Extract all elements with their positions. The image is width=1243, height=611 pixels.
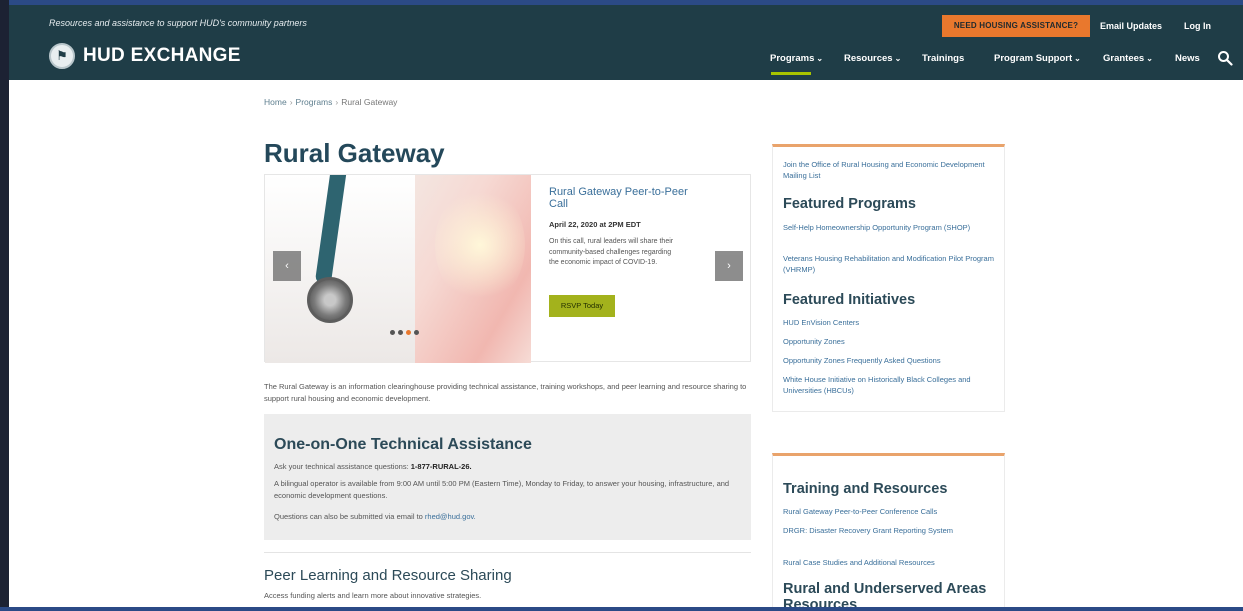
ta-phone-line: Ask your technical assistance questions:…	[274, 461, 744, 473]
hud-seal-icon: ⚑	[49, 43, 75, 69]
nav-active-indicator	[771, 72, 811, 75]
intro-paragraph: The Rural Gateway is an information clea…	[264, 382, 747, 403]
slide-description: On this call, rural leaders will share t…	[549, 238, 674, 266]
ta-phone-number: 1-877-RURAL-26.	[410, 462, 472, 471]
page-title: Rural Gateway	[264, 138, 445, 168]
featured-program-link[interactable]: Self-Help Homeownership Opportunity Prog…	[783, 222, 997, 233]
breadcrumb-separator: ›	[289, 97, 293, 107]
carousel-dot-active[interactable]	[406, 330, 411, 335]
ta-operator-text: A bilingual operator is available from 9…	[274, 479, 730, 500]
chevron-down-icon: ⌄	[1074, 54, 1081, 63]
carousel-prev-button[interactable]: ‹	[273, 251, 301, 281]
carousel-dots	[390, 330, 419, 335]
peer-learning-heading: Peer Learning and Resource Sharing	[264, 567, 512, 584]
nav-resources[interactable]: Resources ⌄	[844, 53, 901, 64]
carousel-dot[interactable]	[414, 330, 419, 335]
nav-trainings[interactable]: Trainings	[922, 53, 964, 64]
breadcrumb-current: Rural Gateway	[341, 97, 398, 107]
hud-exchange-logo[interactable]: ⚑ HUD EXCHANGE	[49, 43, 241, 69]
nav-label: Programs	[770, 53, 815, 64]
nav-label: Program Support	[994, 53, 1073, 64]
breadcrumb: Home › Programs › Rural Gateway	[264, 97, 397, 107]
peer-learning-text: Access funding alerts and learn more abo…	[264, 591, 482, 600]
slide-date: April 22, 2020 at 2PM EDT	[549, 220, 641, 229]
nav-programs[interactable]: Programs ⌄	[770, 53, 823, 64]
header-tagline: Resources and assistance to support HUD'…	[49, 18, 307, 28]
sidebar-card-programs: Join the Office of Rural Housing and Eco…	[772, 144, 1005, 412]
featured-initiative-link[interactable]: White House Initiative on Historically B…	[783, 374, 997, 397]
window-frame-bottom	[0, 607, 1243, 611]
chevron-down-icon: ⌄	[1146, 54, 1153, 63]
featured-initiative-link[interactable]: Opportunity Zones	[783, 336, 997, 347]
nav-label: Grantees	[1103, 53, 1145, 64]
training-resource-link[interactable]: Rural Gateway Peer-to-Peer Conference Ca…	[783, 506, 997, 517]
nav-program-support[interactable]: Program Support ⌄	[994, 53, 1081, 64]
breadcrumb-home[interactable]: Home	[264, 97, 287, 107]
chevron-down-icon: ⌄	[894, 54, 902, 63]
nav-label: Resources	[844, 53, 893, 64]
nav-label: News	[1175, 53, 1200, 64]
ta-email-line: Questions can also be submitted via emai…	[274, 511, 744, 523]
rsvp-button[interactable]: RSVP Today	[549, 295, 615, 317]
mailing-list-link[interactable]: Join the Office of Rural Housing and Eco…	[783, 159, 997, 182]
training-resource-link[interactable]: DRGR: Disaster Recovery Grant Reporting …	[783, 525, 997, 536]
email-updates-link[interactable]: Email Updates	[1100, 21, 1162, 31]
ta-heading: One-on-One Technical Assistance	[274, 436, 532, 453]
ta-email-link[interactable]: rhed@hud.gov.	[425, 512, 476, 521]
carousel-dot[interactable]	[390, 330, 395, 335]
training-resource-link[interactable]: Rural Case Studies and Additional Resour…	[783, 557, 997, 568]
nav-label: Trainings	[922, 53, 965, 64]
ta-email-prefix: Questions can also be submitted via emai…	[274, 512, 425, 521]
need-housing-assistance-button[interactable]: NEED HOUSING ASSISTANCE?	[942, 15, 1090, 37]
featured-programs-heading: Featured Programs	[783, 196, 916, 212]
search-icon[interactable]	[1217, 50, 1233, 66]
carousel-next-button[interactable]: ›	[715, 251, 743, 281]
featured-initiatives-heading: Featured Initiatives	[783, 292, 916, 308]
nav-news[interactable]: News	[1175, 53, 1200, 64]
breadcrumb-programs[interactable]: Programs	[296, 97, 333, 107]
ta-phone-prefix: Ask your technical assistance questions:	[274, 462, 411, 471]
section-divider	[264, 552, 751, 553]
featured-initiative-link[interactable]: HUD EnVision Centers	[783, 317, 997, 328]
breadcrumb-separator: ›	[335, 97, 339, 107]
site-header: Resources and assistance to support HUD'…	[9, 5, 1243, 80]
slide-title-link[interactable]: Rural Gateway Peer-to-Peer Call	[549, 186, 689, 210]
brand-name: HUD EXCHANGE	[83, 45, 241, 66]
chevron-down-icon: ⌄	[816, 54, 824, 63]
sidebar-card-resources: Training and Resources Rural Gateway Pee…	[772, 453, 1005, 611]
training-resources-heading: Training and Resources	[783, 481, 948, 497]
login-link[interactable]: Log In	[1184, 21, 1211, 31]
window-frame-left	[0, 0, 9, 611]
carousel-dot[interactable]	[398, 330, 403, 335]
featured-initiative-link[interactable]: Opportunity Zones Frequently Asked Quest…	[783, 355, 997, 366]
nav-grantees[interactable]: Grantees ⌄	[1103, 53, 1153, 64]
technical-assistance-box: One-on-One Technical Assistance Ask your…	[264, 414, 751, 540]
featured-program-link[interactable]: Veterans Housing Rehabilitation and Modi…	[783, 253, 997, 276]
